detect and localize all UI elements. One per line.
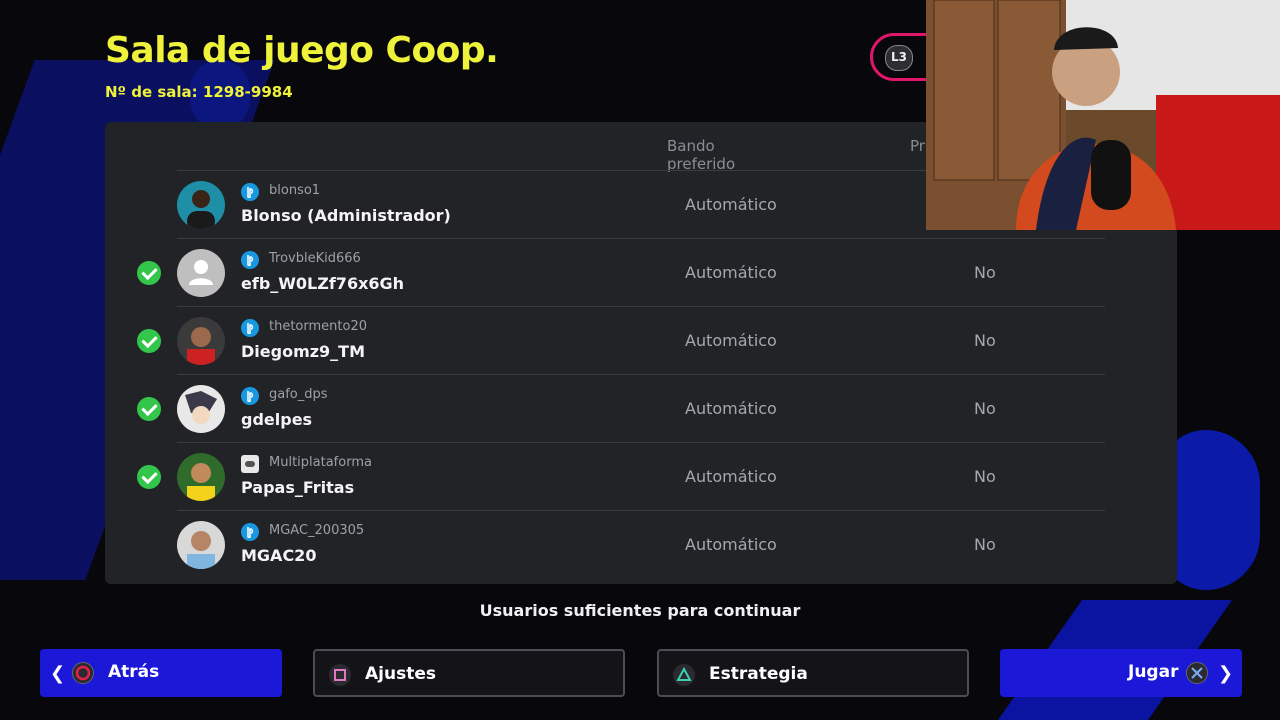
preferred-side: Automático [685,467,777,486]
webcam-overlay [926,0,1280,230]
avatar [177,181,225,229]
player-row[interactable]: Multiplataforma Papas_Fritas Automático … [137,442,1105,511]
back-label: Atrás [108,662,160,682]
strategy-label: Estrategia [709,664,808,684]
room-number: Nº de sala: 1298-9984 [105,83,293,101]
gamepad-icon [241,455,259,473]
square-button-icon [329,664,351,686]
playstation-icon [241,319,259,337]
player-row[interactable]: MGAC_200305 MGAC20 Automático No [177,510,1105,579]
psn-id: MGAC_200305 [269,523,365,538]
playstation-icon [241,523,259,541]
page-title: Sala de juego Coop. [105,30,499,71]
ready-check-icon [137,465,161,489]
play-label: Jugar [1128,662,1179,682]
psn-id: TrovbleKid666 [269,251,361,266]
avatar [177,249,225,297]
preference-value: No [974,399,996,418]
avatar [177,317,225,365]
playstation-icon [241,183,259,201]
column-header-pref: Pr [910,137,925,155]
player-name: Diegomz9_TM [241,342,366,361]
player-row[interactable]: gafo_dps gdelpes Automático No [137,374,1105,443]
player-name: efb_W0LZf76x6Gh [241,274,405,293]
ready-check-icon [137,329,161,353]
ready-check-icon [137,261,161,285]
preference-value: No [974,467,996,486]
play-button[interactable]: Jugar ❯ [1000,649,1242,697]
ready-check-icon [137,397,161,421]
player-name: MGAC20 [241,546,317,565]
preferred-side: Automático [685,331,777,350]
preferred-side: Automático [685,195,777,214]
l3-button-icon: L3 [885,45,913,71]
triangle-button-icon [673,664,695,686]
player-name: Blonso (Administrador) [241,206,451,225]
playstation-icon [241,251,259,269]
preferred-side: Automático [685,263,777,282]
circle-button-icon [72,662,94,684]
cross-button-icon [1186,662,1208,684]
preference-value: No [974,535,996,554]
psn-id: Multiplataforma [269,455,372,470]
playstation-icon [241,387,259,405]
settings-label: Ajustes [365,664,436,684]
chevron-left-icon: ❮ [50,663,66,684]
avatar [177,453,225,501]
avatar [177,521,225,569]
preference-value: No [974,263,996,282]
avatar [177,385,225,433]
status-message: Usuarios suficientes para continuar [479,601,801,620]
chevron-right-icon: ❯ [1218,663,1234,684]
player-name: Papas_Fritas [241,478,355,497]
psn-id: gafo_dps [269,387,328,402]
player-row[interactable]: TrovbleKid666 efb_W0LZf76x6Gh Automático… [137,238,1105,307]
preferred-side: Automático [685,535,777,554]
preferred-side: Automático [685,399,777,418]
strategy-button[interactable]: Estrategia [657,649,969,697]
player-name: gdelpes [241,410,313,429]
psn-id: thetormento20 [269,319,367,334]
back-button[interactable]: ❮ Atrás [40,649,282,697]
psn-id: blonso1 [269,183,321,198]
column-header-side: Bando preferido [667,137,736,173]
player-row[interactable]: thetormento20 Diegomz9_TM Automático No [137,306,1105,375]
settings-button[interactable]: Ajustes [313,649,625,697]
preference-value: No [974,331,996,350]
